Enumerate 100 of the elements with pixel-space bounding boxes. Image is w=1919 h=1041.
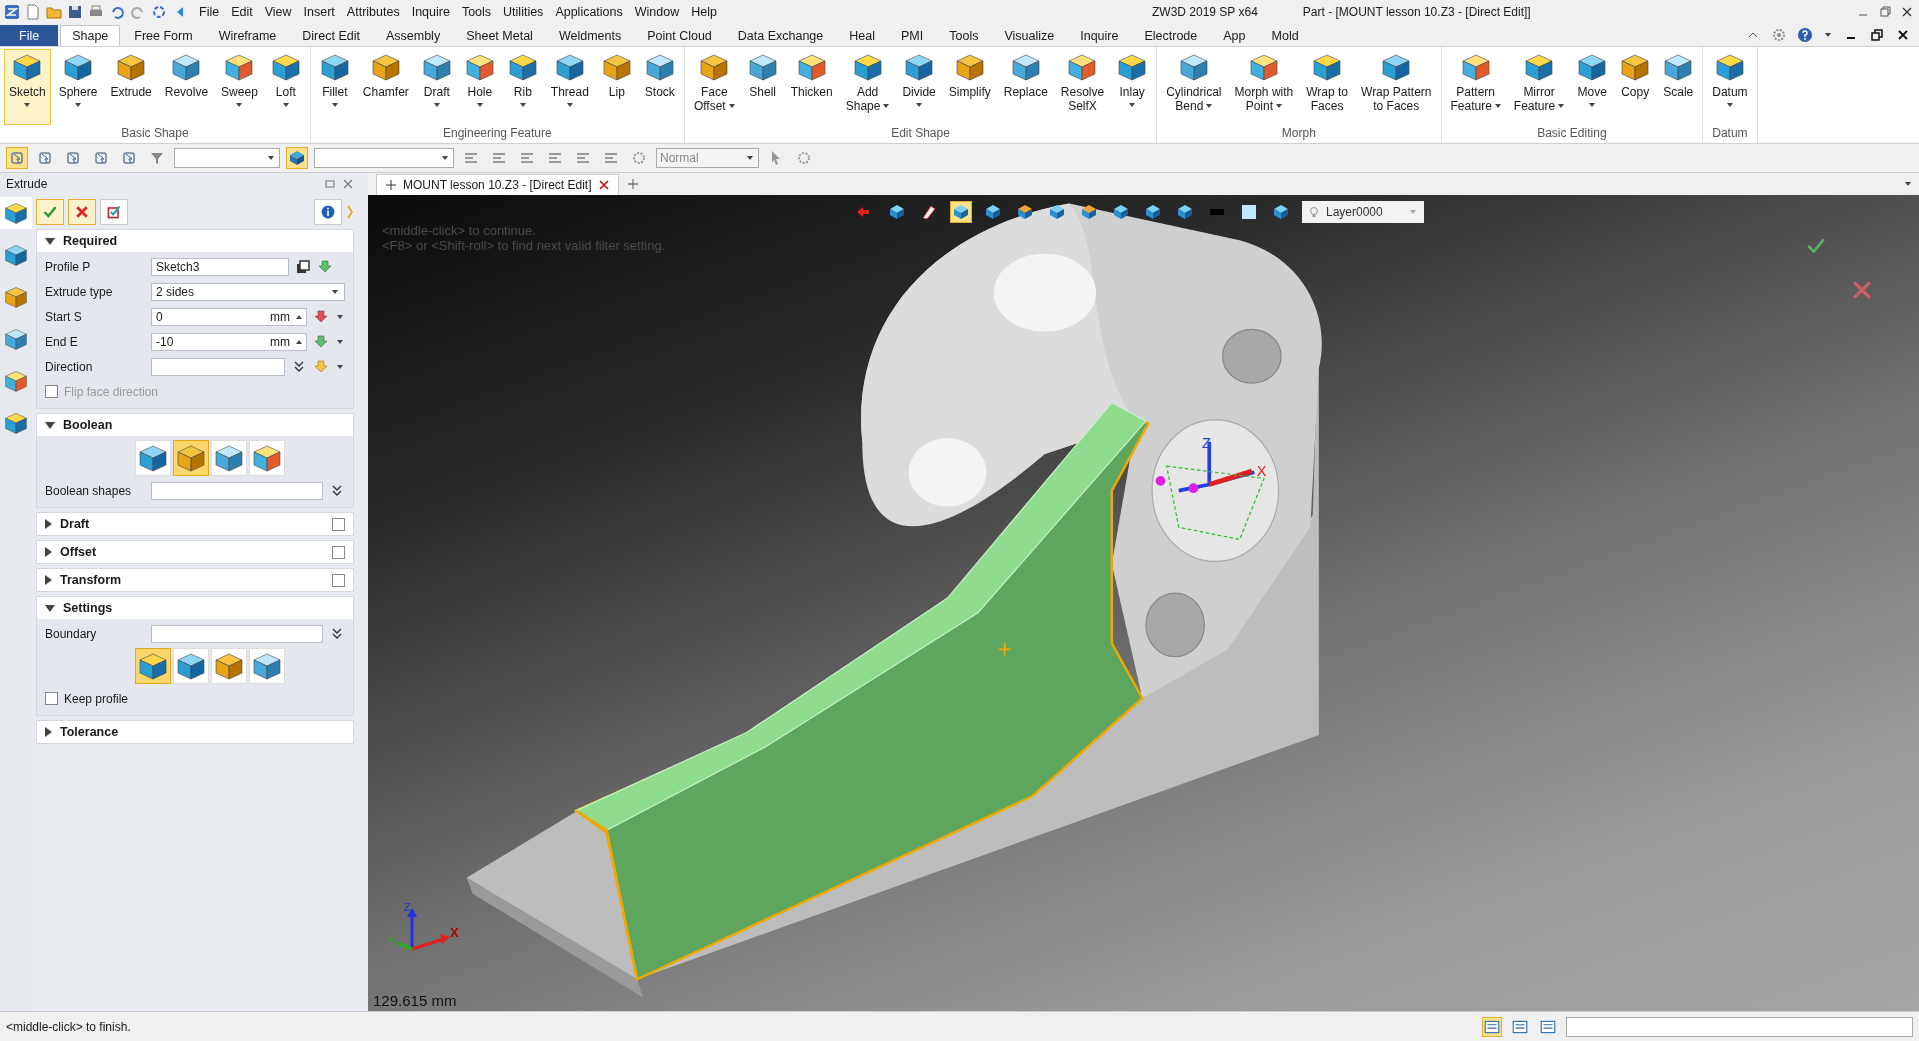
- menu-item[interactable]: Tools: [461, 5, 492, 19]
- ribbon-tab[interactable]: Assembly: [373, 25, 453, 46]
- ribbon-button[interactable]: Wrap to Faces: [1301, 49, 1353, 125]
- ribbon-button[interactable]: Thicken: [785, 49, 838, 125]
- ribbon-button[interactable]: Resolve SelfX: [1055, 49, 1110, 125]
- ribbon-tab[interactable]: Electrode: [1132, 25, 1210, 46]
- ribbon-tab[interactable]: Weldments: [546, 25, 634, 46]
- ribbon-button[interactable]: Inlay: [1112, 49, 1153, 125]
- option-button[interactable]: [135, 440, 171, 476]
- ribbon-tab[interactable]: Mold: [1259, 25, 1311, 46]
- ribbon-button[interactable]: Fillet: [314, 49, 355, 125]
- ribbon-tab[interactable]: Shape: [60, 25, 121, 46]
- dropdown[interactable]: 2 sides: [151, 282, 345, 301]
- command-input-field[interactable]: [1566, 1016, 1913, 1037]
- help-icon[interactable]: [1797, 27, 1813, 43]
- option-button[interactable]: [173, 440, 209, 476]
- restore-icon[interactable]: [1869, 27, 1885, 43]
- down-arrow-icon[interactable]: [313, 358, 329, 375]
- input-field[interactable]: Sketch3: [151, 257, 289, 276]
- ribbon-tab[interactable]: Visualize: [992, 25, 1067, 46]
- menu-item[interactable]: Insert: [303, 5, 335, 19]
- section-header[interactable]: Settings: [37, 597, 353, 619]
- document-tab[interactable]: MOUNT lesson 10.Z3 - [Direct Edit]: [376, 174, 619, 195]
- ribbon-button[interactable]: Hole: [459, 49, 500, 125]
- ribbon-button[interactable]: Revolve: [159, 49, 214, 125]
- add-tab-icon[interactable]: [626, 178, 639, 190]
- ribbon-tab[interactable]: PMI: [889, 25, 936, 46]
- ribbon-button[interactable]: Cylindrical Bend: [1161, 49, 1227, 125]
- ribbon-button[interactable]: Replace: [998, 49, 1053, 125]
- ribbon-button[interactable]: Loft: [265, 49, 306, 125]
- number-field[interactable]: -10 mm: [151, 332, 307, 351]
- ribbon-button[interactable]: Scale: [1658, 49, 1699, 125]
- ribbon-button[interactable]: Extrude: [105, 49, 157, 125]
- copy-icon[interactable]: [295, 258, 311, 275]
- ribbon-button[interactable]: Mirror Feature: [1508, 49, 1570, 125]
- option-button[interactable]: [211, 648, 247, 684]
- ok-button[interactable]: [36, 199, 64, 225]
- down-arrow-icon[interactable]: [313, 333, 329, 350]
- save-icon[interactable]: [67, 4, 83, 20]
- caret-icon[interactable]: [1905, 182, 1911, 186]
- menu-item[interactable]: View: [264, 5, 292, 19]
- refresh-icon[interactable]: [151, 4, 167, 20]
- menu-item[interactable]: Edit: [231, 5, 253, 19]
- menu-item[interactable]: Attributes: [346, 5, 400, 19]
- ribbon-button[interactable]: Face Offset: [688, 49, 740, 125]
- ribbon-button[interactable]: Add Shape: [840, 49, 895, 125]
- caret-icon[interactable]: [1825, 33, 1831, 37]
- open-folder-icon[interactable]: [46, 4, 62, 20]
- menu-item[interactable]: Help: [691, 5, 717, 19]
- number-field[interactable]: 0 mm: [151, 307, 307, 326]
- ribbon-button[interactable]: Chamfer: [357, 49, 414, 125]
- caret-icon[interactable]: [337, 314, 343, 319]
- ribbon-button[interactable]: Divide: [897, 49, 941, 125]
- ribbon-button[interactable]: Sweep: [216, 49, 263, 125]
- undo-icon[interactable]: [109, 4, 125, 20]
- menu-item[interactable]: Utilities: [503, 5, 544, 19]
- section-header[interactable]: Transform: [37, 569, 353, 591]
- ribbon-button[interactable]: Morph with Point: [1229, 49, 1299, 125]
- checkbox[interactable]: [332, 517, 345, 531]
- section-header[interactable]: Draft: [37, 513, 353, 535]
- checkbox[interactable]: Keep profile: [45, 691, 129, 706]
- section-header[interactable]: Offset: [37, 541, 353, 563]
- menu-item[interactable]: Applications: [555, 5, 623, 19]
- filter-combo[interactable]: [174, 148, 280, 168]
- apply-button[interactable]: [100, 199, 128, 225]
- side-tab[interactable]: [0, 197, 32, 229]
- ribbon-tab[interactable]: File: [0, 25, 59, 46]
- ribbon-button[interactable]: Copy: [1615, 49, 1656, 125]
- option-button[interactable]: [173, 648, 209, 684]
- ribbon-tab[interactable]: Free Form: [122, 25, 205, 46]
- checkbox[interactable]: [332, 573, 345, 587]
- info-button[interactable]: [314, 199, 342, 225]
- settings-icon[interactable]: [1771, 27, 1787, 43]
- input-field[interactable]: [151, 357, 285, 376]
- ribbon-button[interactable]: Lip: [596, 49, 637, 125]
- option-button[interactable]: [249, 648, 285, 684]
- ribbon-button[interactable]: Simplify: [943, 49, 996, 125]
- ribbon-tab[interactable]: Heal: [837, 25, 887, 46]
- option-button[interactable]: [211, 440, 247, 476]
- ribbon-tab[interactable]: Sheet Metal: [454, 25, 545, 46]
- ribbon-tab[interactable]: App: [1211, 25, 1258, 46]
- ribbon-button[interactable]: Draft: [416, 49, 457, 125]
- menu-item[interactable]: Window: [634, 5, 680, 19]
- section-header[interactable]: Tolerance: [37, 721, 353, 743]
- ribbon-tab[interactable]: Point Cloud: [635, 25, 724, 46]
- ribbon-button[interactable]: Rib: [502, 49, 543, 125]
- cube-icon[interactable]: [286, 147, 308, 169]
- checkbox[interactable]: [332, 545, 345, 559]
- ribbon-tab[interactable]: Wireframe: [206, 25, 289, 46]
- new-file-icon[interactable]: [25, 4, 41, 20]
- ribbon-tab[interactable]: Data Exchange: [725, 25, 836, 46]
- option-button[interactable]: [135, 648, 171, 684]
- cube-icon[interactable]: [950, 201, 972, 223]
- caret-icon[interactable]: [337, 364, 343, 369]
- ribbon-tab[interactable]: Inquire: [1068, 25, 1131, 46]
- ribbon-button[interactable]: Shell: [742, 49, 783, 125]
- layer-dropdown[interactable]: Layer0000: [1302, 201, 1424, 223]
- ribbon-button[interactable]: Sketch: [4, 49, 51, 125]
- ribbon-button[interactable]: Pattern Feature: [1445, 49, 1506, 125]
- caret-icon[interactable]: [337, 339, 343, 344]
